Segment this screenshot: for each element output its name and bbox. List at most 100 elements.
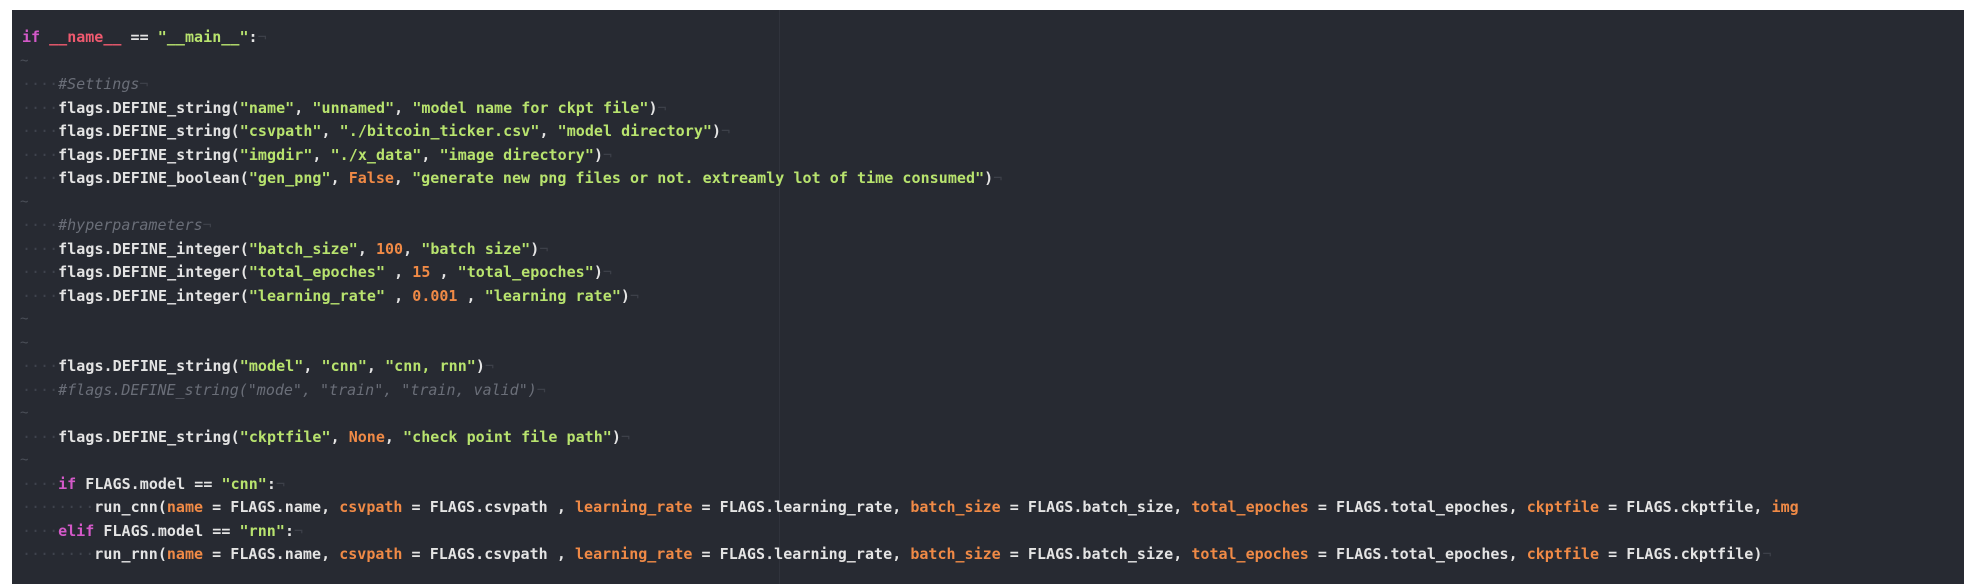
end-of-line-marker: ¬ [202,216,212,234]
code-token-param: learning_rate [575,498,693,516]
code-token-kw: if [58,474,77,493]
code-token-str: "learning rate" [484,286,621,305]
end-of-line-marker: ¬ [539,239,549,258]
code-line[interactable]: ····flags.DEFINE_integer("total_epoches"… [12,261,1799,285]
code-token-pl: = FLAGS.total_epoches, [1308,545,1527,563]
code-token-pl: flags.DEFINE_integer( [58,286,249,305]
code-line[interactable]: ~ [12,402,1799,426]
code-token-pl: flags.DEFINE_string( [58,427,240,446]
code-token-pl: : [266,474,276,493]
code-token-str: "csvpath" [239,122,322,140]
code-token-str: "gen_png" [248,169,331,187]
code-token-param: name [166,498,204,516]
code-line[interactable]: ····flags.DEFINE_integer("learning_rate"… [12,285,1799,309]
code-line[interactable]: ····if FLAGS.model == "cnn":¬ [12,473,1799,497]
code-line[interactable]: ····flags.DEFINE_string("ckptfile", None… [12,426,1799,450]
code-line[interactable]: ····flags.DEFINE_string("model", "cnn", … [12,355,1799,379]
indent-whitespace: ···· [22,380,59,399]
code-line[interactable]: ····#Settings¬ [12,73,1799,97]
code-token-pl: ) [648,98,658,117]
code-token-pl: flags.DEFINE_integer( [58,263,249,281]
code-line[interactable]: ····#hyperparameters¬ [12,214,1799,238]
code-token-cmt: #hyperparameters [58,216,203,234]
code-editor[interactable]: if __name__ == "__main__":¬ ~ ····#Setting… [12,10,1964,584]
empty-line-marker: ~ [20,405,29,421]
code-token-pl: , [312,145,331,164]
code-token-pl: = FLAGS.batch_size, [1000,545,1192,563]
code-token-str: "cnn" [221,474,267,493]
indent-whitespace: ···· [22,357,59,375]
code-token-str: "cnn" [321,357,367,375]
code-token-param: csvpath [339,545,403,563]
code-token-param: ckptfile [1526,498,1599,516]
code-token-pl: , [357,239,376,258]
code-token-param: total_epoches [1191,498,1309,516]
code-token-param: csvpath [339,498,403,516]
code-token-param: ckptfile [1526,545,1599,563]
code-line[interactable]: ····flags.DEFINE_string("name", "unnamed… [12,97,1799,121]
code-token-pl: , [385,263,413,281]
code-token-str: "check point file path" [403,427,612,446]
code-line[interactable]: ~ [12,449,1799,473]
code-token-pl: ) [593,145,604,164]
code-token-str: "ckptfile" [239,427,331,446]
code-line[interactable]: ········run_cnn(name = FLAGS.name, csvpa… [12,496,1799,520]
code-token-pl: = FLAGS.ckptfile) [1599,545,1763,563]
code-token-pl: = FLAGS.ckptfile, [1599,498,1772,516]
code-token-pl: FLAGS.model == [76,474,222,493]
code-line[interactable]: ····flags.DEFINE_string("csvpath", "./bi… [12,120,1799,144]
code-token-str: "name" [239,98,295,117]
end-of-line-marker: ¬ [630,286,640,305]
code-token-pl: , [393,169,413,187]
code-token-param: batch_size [910,545,1001,563]
code-token-pl: = FLAGS.batch_size, [1000,498,1192,516]
indent-whitespace: ········ [22,498,95,516]
code-token-pl: : [248,28,258,46]
code-token-pl: = FLAGS.csvpath , [402,545,576,563]
code-token-str: "__main__" [157,28,249,46]
code-token-pl: = FLAGS.name, [203,498,340,516]
code-token-pl: , [539,122,558,140]
code-token-str: "model" [239,357,304,375]
indent-whitespace: ········ [22,545,95,563]
code-token-str: "generate new png files or not. extreaml… [412,169,985,187]
code-line[interactable]: ~ [12,191,1799,215]
code-token-pl: , [394,98,413,117]
code-line[interactable]: ~ [12,50,1799,74]
code-line[interactable]: ····elif FLAGS.model == "rnn":¬ [12,520,1799,544]
code-token-str: "total_epoches" [248,263,386,281]
code-token-pl: = FLAGS.learning_rate, [692,498,911,516]
code-line[interactable]: ····#flags.DEFINE_string("mode", "train"… [12,379,1799,403]
code-token-pl: flags.DEFINE_string( [58,98,240,117]
code-token-pl: ) [620,286,631,305]
code-line[interactable]: ····flags.DEFINE_integer("batch_size", 1… [12,238,1799,262]
code-token-pl: run_rnn( [94,545,167,563]
code-line[interactable]: ~ [12,308,1799,332]
code-token-num: 100 [375,239,404,258]
code-token-pl: ) [530,239,540,258]
code-token-str: "unnamed" [312,98,395,117]
code-line[interactable]: ····flags.DEFINE_boolean("gen_png", Fals… [12,167,1799,191]
code-line[interactable]: if __name__ == "__main__":¬ [12,26,1799,50]
code-line[interactable]: ········run_rnn(name = FLAGS.name, csvpa… [12,543,1799,567]
end-of-line-marker: ¬ [602,263,612,281]
code-token-pl: flags.DEFINE_integer( [58,239,249,258]
code-token-num: 0.001 [412,286,458,305]
code-token-pl: ) [984,169,994,187]
code-token-pl: ) [611,427,621,446]
code-token-pl: , [430,263,458,281]
code-token-str: "learning_rate" [248,286,386,305]
empty-line-marker: ~ [20,193,29,210]
code-line[interactable]: ~ [12,332,1799,356]
code-token-pl: ) [593,263,603,281]
code-token-pl: = FLAGS.total_epoches, [1308,498,1527,516]
empty-line-marker: ~ [20,452,29,468]
code-token-pl: ) [711,122,722,140]
code-line[interactable]: ····flags.DEFINE_string("imgdir", "./x_d… [12,144,1799,168]
code-token-cmt: #Settings [58,75,140,93]
code-lines[interactable]: if __name__ == "__main__":¬ ~ ····#Setting… [12,26,1799,567]
code-token-pl: ) [475,357,485,375]
code-token-pl: , [330,427,349,446]
end-of-line-marker: ¬ [603,145,613,164]
